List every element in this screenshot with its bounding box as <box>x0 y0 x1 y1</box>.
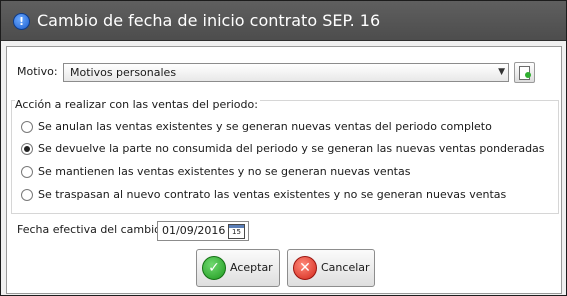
acciones-title: Acción a realizar con las ventas del per… <box>15 98 260 112</box>
radio-label[interactable]: Se traspasan al nuevo contrato las venta… <box>38 188 506 202</box>
radio-label[interactable]: Se anulan las ventas existentes y se gen… <box>38 120 492 134</box>
info-icon: ! <box>13 13 30 30</box>
calendar-icon[interactable]: 15 <box>228 224 245 239</box>
cancel-button[interactable]: ✕ Cancelar <box>287 249 375 287</box>
radio-button[interactable] <box>21 189 33 201</box>
radio-button[interactable] <box>21 143 33 155</box>
motivo-select[interactable]: Motivos personales ▼ <box>63 63 509 82</box>
close-icon: ✕ <box>293 256 317 280</box>
add-badge-icon <box>525 72 531 78</box>
motivo-label: Motivo: <box>17 65 58 78</box>
fecha-value[interactable]: 01/09/2016 <box>162 224 225 238</box>
check-icon: ✓ <box>202 256 226 280</box>
title-bar[interactable]: ! Cambio de fecha de inicio contrato SEP… <box>1 1 566 41</box>
dialog-window: ! Cambio de fecha de inicio contrato SEP… <box>0 0 567 296</box>
content-panel: Motivo: Motivos personales ▼ Acción a re… <box>6 46 562 294</box>
motivo-selected-value: Motivos personales <box>70 66 177 79</box>
calendar-day: 15 <box>232 228 241 236</box>
chevron-down-icon[interactable]: ▼ <box>498 65 505 79</box>
radio-button[interactable] <box>21 121 33 133</box>
cancel-label: Cancelar <box>321 261 370 274</box>
fecha-label: Fecha efectiva del cambio <box>17 223 161 236</box>
radio-button[interactable] <box>21 166 33 178</box>
motivo-detail-button[interactable] <box>514 62 535 83</box>
accept-button[interactable]: ✓ Aceptar <box>196 249 280 287</box>
accept-label: Aceptar <box>230 261 273 274</box>
radio-label[interactable]: Se devuelve la parte no consumida del pe… <box>38 142 545 156</box>
radio-label[interactable]: Se mantienen las ventas existentes y no … <box>38 165 410 179</box>
dialog-title: Cambio de fecha de inicio contrato SEP. … <box>37 11 381 30</box>
fecha-date-picker[interactable]: 01/09/2016 15 <box>157 221 249 241</box>
